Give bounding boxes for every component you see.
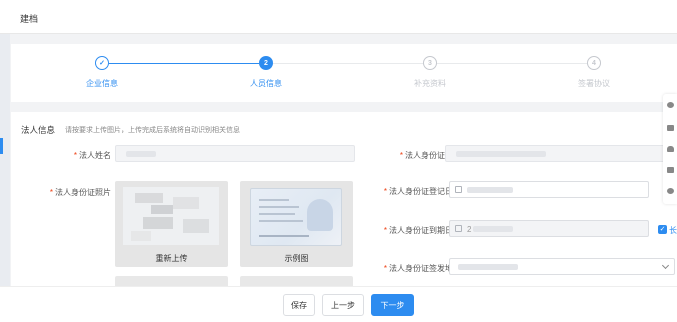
headset-icon[interactable] xyxy=(667,146,674,152)
left-sidebar-strip xyxy=(0,34,10,322)
section-title: 法人信息 xyxy=(21,125,56,135)
id-expire-date-label: * 法人身份证到期日 xyxy=(383,226,453,235)
legal-id-no-input[interactable] xyxy=(445,145,667,162)
steps-card: ✓ 企业信息 2 人员信息 3 补充资料 4 签署协议 xyxy=(11,44,677,102)
wechat-icon[interactable] xyxy=(667,102,674,108)
prev-step-button[interactable]: 上一步 xyxy=(322,294,364,316)
action-bar: 保存 上一步 下一步 xyxy=(0,286,677,322)
legal-name-label: * 法人姓名 xyxy=(73,151,111,160)
top-bar: 建档 xyxy=(0,0,677,34)
calendar-icon xyxy=(455,225,462,232)
page-title: 建档 xyxy=(20,14,39,24)
step-number: 2 xyxy=(259,56,273,70)
plus-circle-icon[interactable] xyxy=(667,188,674,194)
contact-card-icon[interactable] xyxy=(667,167,674,173)
id-expire-date-picker[interactable]: 2 xyxy=(449,220,649,237)
step-label: 补充资料 xyxy=(414,79,446,88)
id-reg-date-picker[interactable] xyxy=(449,181,649,198)
step-check-icon: ✓ xyxy=(95,56,109,70)
legal-name-input[interactable] xyxy=(115,145,355,162)
legal-id-no-label: * 法人身份证号 xyxy=(399,151,453,160)
step-label: 企业信息 xyxy=(86,79,118,88)
calendar-icon xyxy=(455,186,462,193)
step-label: 签署协议 xyxy=(578,79,610,88)
id-issue-place-select[interactable] xyxy=(449,258,675,275)
floating-toolbar xyxy=(663,94,677,204)
step-label: 人员信息 xyxy=(250,79,282,88)
sidebar-active-marker xyxy=(0,138,3,154)
step-personnel-info[interactable]: 2 人员信息 xyxy=(236,56,296,89)
sample-caption: 示例图 xyxy=(284,254,309,263)
id-reg-date-label: * 法人身份证登记日 xyxy=(383,187,453,196)
chat-icon[interactable] xyxy=(667,125,674,131)
long-term-checkbox[interactable]: ✓ xyxy=(658,225,667,234)
save-button[interactable]: 保存 xyxy=(283,294,315,316)
id-photo-preview xyxy=(123,187,219,245)
id-photo-upload[interactable]: 重新上传 xyxy=(115,181,228,267)
expire-date-value: 2 xyxy=(467,225,472,234)
step-number: 4 xyxy=(587,56,601,70)
step-supplementary[interactable]: 3 补充资料 xyxy=(400,56,460,89)
step-number: 3 xyxy=(423,56,437,70)
sample-photo[interactable]: 示例图 xyxy=(240,181,353,267)
reupload-button[interactable]: 重新上传 xyxy=(115,253,228,264)
chevron-down-icon xyxy=(661,261,670,270)
section-hint: 请按要求上传图片，上传完成后系统将自动识别相关信息 xyxy=(65,127,240,134)
next-step-button[interactable]: 下一步 xyxy=(371,294,414,316)
step-company-info[interactable]: ✓ 企业信息 xyxy=(72,56,132,89)
step-sign-agreement[interactable]: 4 签署协议 xyxy=(564,56,624,89)
id-photo-label: * 法人身份证照片 xyxy=(49,188,111,197)
id-card-sample-image xyxy=(250,188,342,246)
id-issue-place-label: * 法人身份证签发地 xyxy=(383,264,453,273)
long-term-label: 长 xyxy=(669,226,677,235)
